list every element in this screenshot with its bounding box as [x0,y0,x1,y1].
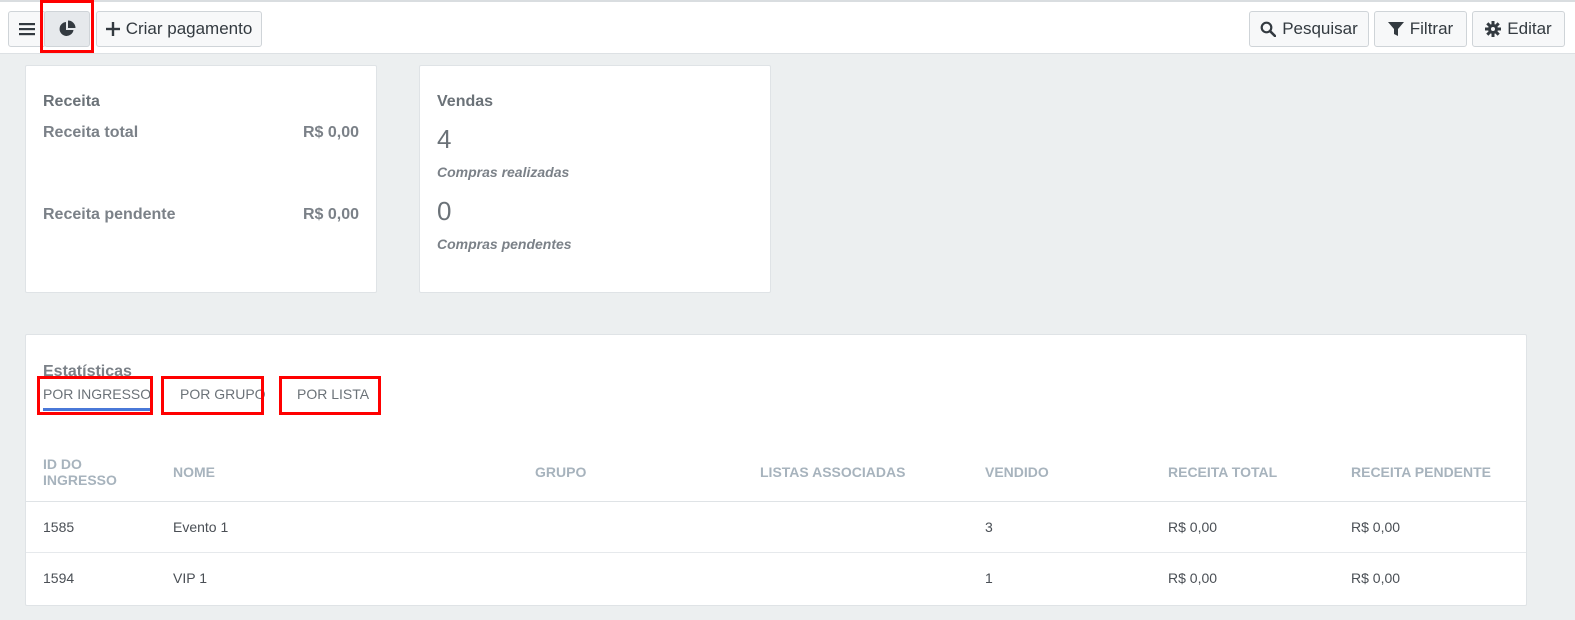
hamburger-menu-icon [19,22,35,36]
column-header[interactable]: GRUPO [518,443,743,502]
column-header[interactable]: LISTAS ASSOCIADAS [743,443,968,502]
pending-purchases-count: 0 [437,196,452,226]
total-revenue-cell: R$ 0,00 [1168,569,1218,586]
sold-cell: 1 [985,569,993,586]
completed-purchases-caption: Compras realizadas [437,164,570,180]
table-row[interactable]: 1594 VIP 1 1 R$ 0,00 R$ 0,00 [26,552,1526,603]
statistics-card: Estatísticas POR INGRESSO POR GRUPO POR … [25,334,1527,606]
filter-button[interactable]: Filtrar [1374,11,1467,47]
search-button[interactable]: Pesquisar [1249,11,1369,47]
top-toolbar: Criar pagamento Pesquisar Filtrar Editar [0,0,1575,54]
edit-button[interactable]: Editar [1472,11,1565,47]
tab-by-group[interactable]: POR GRUPO [180,386,266,408]
statistics-table: ID DO INGRESSO NOME GRUPO LISTAS ASSOCIA… [26,443,1526,603]
lists-cell [743,501,968,553]
search-icon [1260,21,1277,37]
total-revenue-row: Receita total R$ 0,00 [43,124,359,142]
pending-revenue-value: R$ 0,00 [302,206,359,223]
table-header-row: ID DO INGRESSO NOME GRUPO LISTAS ASSOCIA… [26,443,1526,502]
completed-purchases-count: 4 [437,124,452,154]
revenue-title: Receita [43,93,100,110]
menu-button[interactable] [8,11,46,47]
group-cell [518,552,743,603]
pie-chart-icon [58,20,76,38]
sales-title: Vendas [437,93,494,110]
statistics-title: Estatísticas [43,363,132,380]
name-cell: Evento 1 [156,501,518,553]
pending-revenue-row: Receita pendente R$ 0,00 [43,206,359,224]
lists-cell [743,552,968,603]
sold-cell: 3 [968,501,1151,553]
revenue-card: Receita Receita total R$ 0,00 Receita pe… [25,65,377,293]
column-header[interactable]: RECEITA PENDENTE [1334,443,1526,502]
filter-funnel-icon [1387,21,1404,37]
create-payment-label: Criar pagamento [125,19,253,38]
edit-label: Editar [1507,19,1552,38]
create-payment-button[interactable]: Criar pagamento [96,11,262,47]
column-header[interactable]: VENDIDO [968,443,1151,502]
tab-by-list[interactable]: POR LISTA [297,386,369,408]
column-header[interactable]: ID DO INGRESSO [26,443,156,502]
plus-icon [105,22,120,36]
column-header[interactable]: RECEITA TOTAL [1151,443,1334,502]
search-label: Pesquisar [1282,19,1358,38]
ticket-id-cell: 1585 [26,501,156,553]
pending-purchases-caption: Compras pendentes [437,236,572,252]
total-revenue-cell: R$ 0,00 [1151,501,1334,553]
pending-revenue-label: Receita pendente [43,206,176,223]
name-cell: VIP 1 [173,569,207,586]
filter-label: Filtrar [1409,19,1454,38]
column-header[interactable]: NOME [156,443,518,502]
group-cell [518,501,743,553]
gear-icon [1485,21,1502,37]
ticket-id-cell: 1594 [43,569,75,586]
table-row[interactable]: 1585 Evento 1 3 R$ 0,00 R$ 0,00 [26,501,1526,553]
total-revenue-value: R$ 0,00 [302,124,359,141]
tab-by-ticket[interactable]: POR INGRESSO [43,386,152,411]
statistics-button[interactable] [44,11,90,47]
total-revenue-label: Receita total [43,124,139,141]
pending-revenue-cell: R$ 0,00 [1351,569,1401,586]
sales-card: Vendas 4 Compras realizadas 0 Compras pe… [419,65,771,293]
pending-revenue-cell: R$ 0,00 [1334,501,1526,553]
